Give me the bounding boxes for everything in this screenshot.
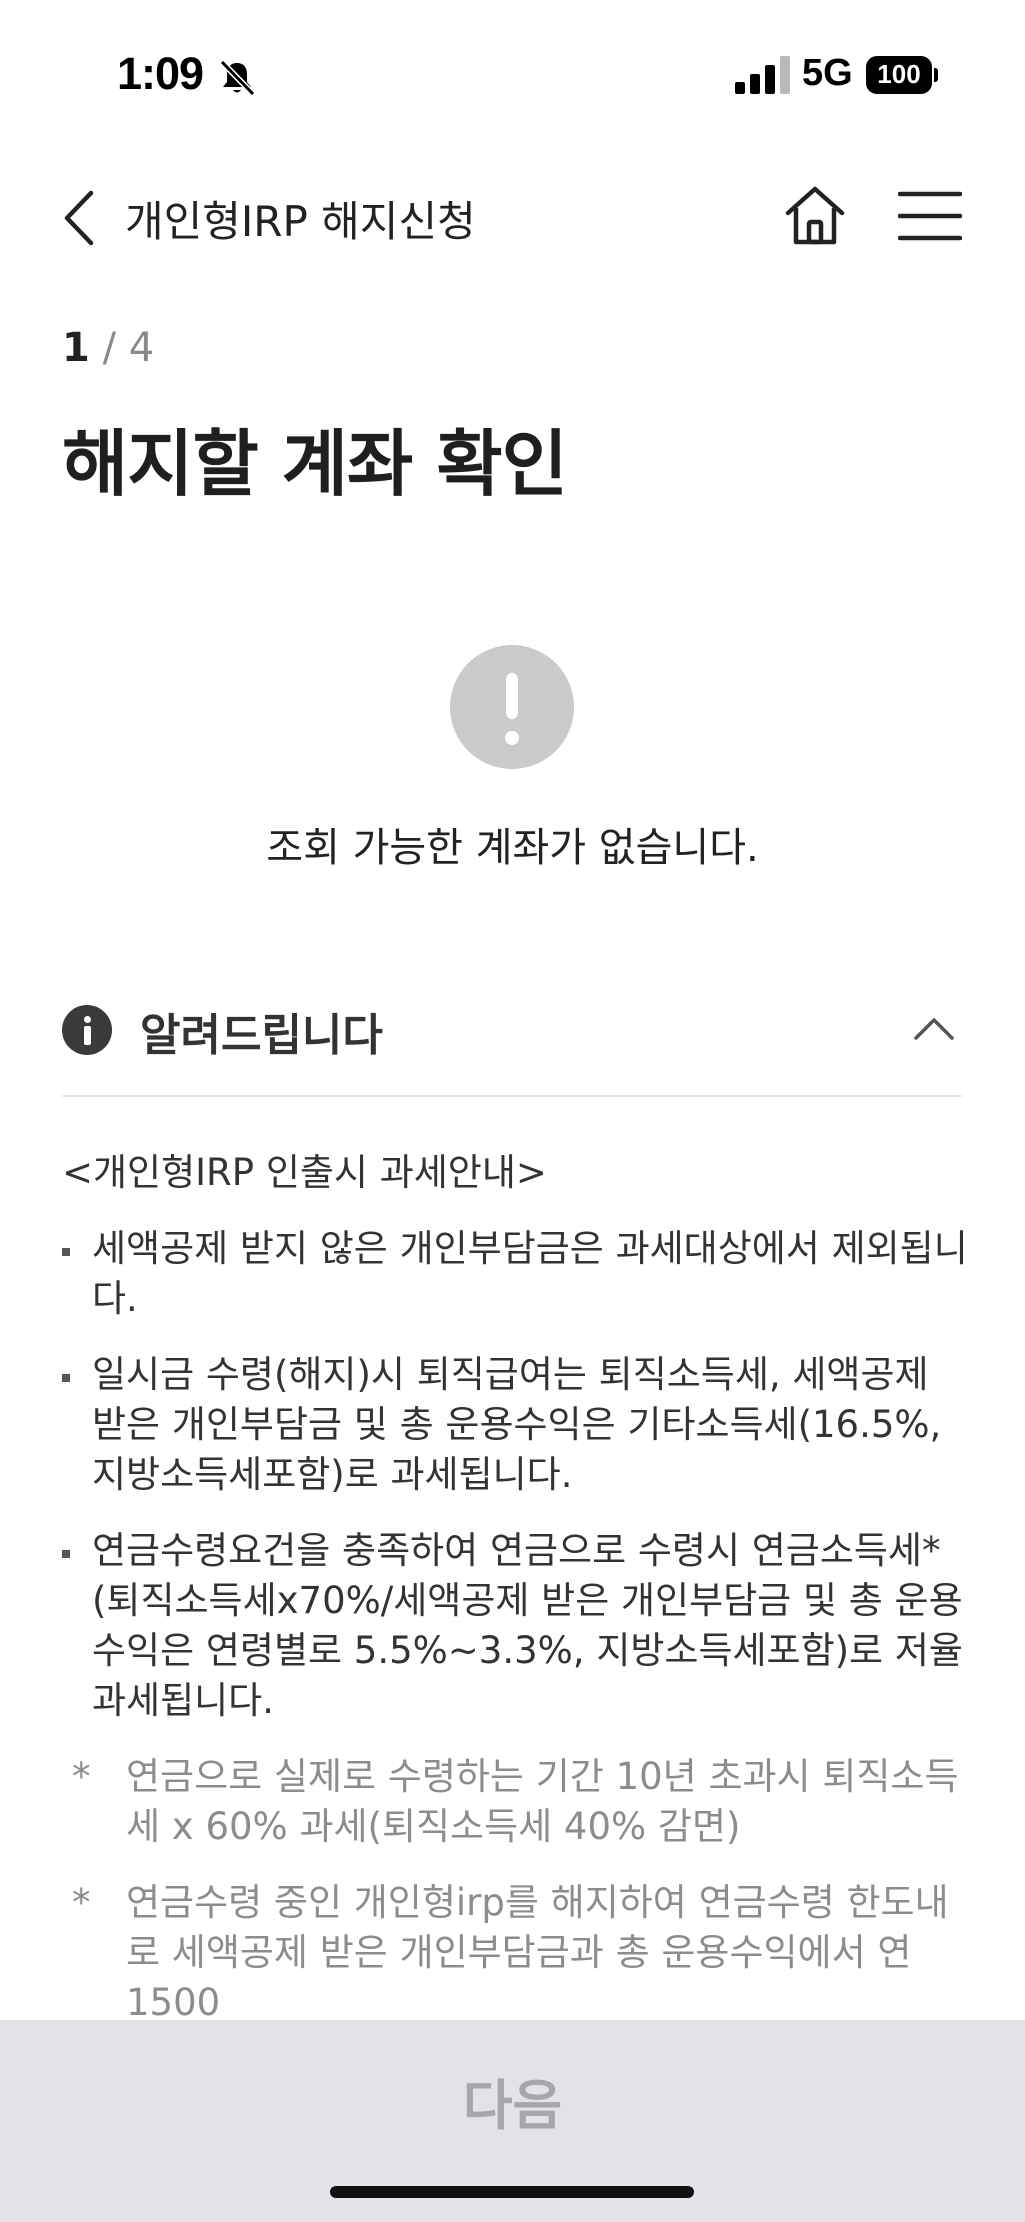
notice-title: 알려드립니다	[140, 1010, 383, 1061]
signal-bars-icon	[735, 56, 790, 94]
asterisk-mark: *	[72, 1755, 91, 1798]
notice-bullet: 세액공제 받지 않은 개인부담금은 과세대상에서 제외됩니다.	[62, 1224, 972, 1324]
notice-divider	[62, 1095, 962, 1097]
hamburger-menu-icon[interactable]	[898, 188, 962, 244]
notice-body: <개인형IRP 인출시 과세안내> 세액공제 받지 않은 개인부담금은 과세대상…	[62, 1148, 972, 2054]
notice-note: * 연금으로 실제로 수령하는 기간 10년 초과시 퇴직소득세 x 60% 과…	[62, 1752, 972, 1852]
empty-state-message: 조회 가능한 계좌가 없습니다.	[266, 825, 759, 871]
network-type: 5G	[802, 52, 853, 94]
page-title: 해지할 계좌 확인	[62, 422, 568, 506]
notice-header[interactable]: 알려드립니다	[62, 990, 962, 1070]
battery-level: 100	[877, 59, 921, 89]
battery-icon: 100	[866, 56, 938, 94]
exclamation-circle-icon	[450, 645, 574, 769]
step-current: 1	[62, 325, 90, 371]
notice-subheading: <개인형IRP 인출시 과세안내>	[62, 1151, 547, 1194]
notice-note: * 연금수령 중인 개인형irp를 해지하여 연금수령 한도내로 세액공제 받은…	[62, 1878, 972, 2028]
back-button[interactable]	[55, 185, 105, 251]
home-icon[interactable]	[780, 180, 850, 250]
home-indicator[interactable]	[330, 2186, 694, 2198]
status-time: 1:09	[117, 48, 204, 99]
status-bar: 1:09 5G 100	[0, 0, 1025, 150]
notice-bullet: 일시금 수령(해지)시 퇴직급여는 퇴직소득세, 세액공제 받은 개인부담금 및…	[62, 1350, 972, 1500]
header-title: 개인형IRP 해지신청	[125, 197, 476, 246]
step-total: / 4	[102, 325, 155, 371]
notice-bullet: 연금수령요건을 충족하여 연금으로 수령시 연금소득세*(퇴직소득세x70%/세…	[62, 1526, 972, 1726]
bell-slash-icon	[219, 59, 256, 97]
notice-note-text: 연금으로 실제로 수령하는 기간 10년 초과시 퇴직소득세 x 60% 과세(…	[126, 1755, 959, 1848]
chevron-up-icon[interactable]	[906, 1004, 962, 1054]
next-button[interactable]: 다음	[0, 2020, 1025, 2180]
asterisk-mark: *	[72, 1881, 91, 1924]
step-indicator: 1 / 4	[62, 325, 154, 371]
notice-note-text: 연금수령 중인 개인형irp를 해지하여 연금수령 한도내로 세액공제 받은 개…	[126, 1881, 949, 2024]
info-circle-icon	[62, 1005, 112, 1055]
